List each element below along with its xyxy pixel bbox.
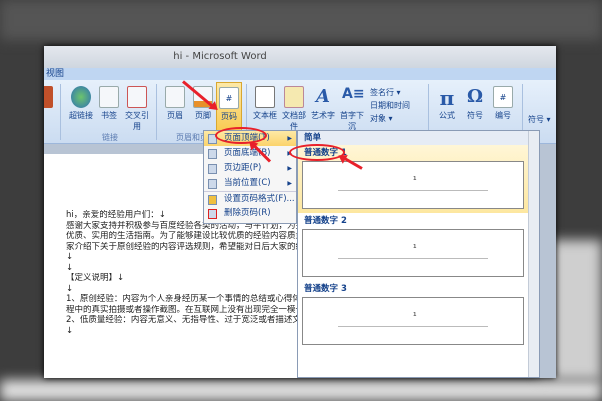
pi-icon: π	[439, 86, 455, 110]
document-line: ↓	[66, 325, 74, 336]
gallery-category-simple: 简单	[298, 131, 539, 145]
date-time-button[interactable]: 日期和时间	[370, 99, 410, 112]
numbering-button[interactable]: # 编号	[490, 86, 516, 121]
header-icon	[165, 86, 185, 108]
document-line: 优质、实用的生活指南。为了能够建设比较优质的经验内容质量	[66, 231, 304, 241]
equation-button[interactable]: π 公式	[434, 86, 460, 121]
menu-item-remove-page-numbers[interactable]: 删除页码(R)	[204, 206, 296, 221]
wordart-icon: A	[316, 86, 330, 107]
title-bar: hi - Microsoft Word	[44, 46, 556, 68]
page-bottom-icon	[208, 149, 217, 159]
current-position-icon	[208, 179, 217, 189]
gallery-thumbnail: 1	[302, 229, 524, 277]
tab-view[interactable]: 视图	[46, 69, 64, 79]
hyperlink-button[interactable]: 超链接	[68, 86, 94, 121]
format-icon	[208, 195, 217, 205]
symbol-button[interactable]: Ω 符号	[462, 86, 488, 121]
bookmark-button[interactable]: 书签	[96, 86, 122, 121]
number-icon: #	[493, 86, 513, 108]
cross-reference-icon	[127, 86, 147, 108]
wordart-button[interactable]: A 艺术字	[310, 86, 336, 121]
header-button[interactable]: 页眉	[162, 86, 188, 121]
gallery-thumbnail: 1	[302, 161, 524, 209]
document-line: 程中的真实拍摄或者操作截图。在互联网上没有出现完全一模一	[66, 304, 304, 315]
gallery-item-plain-number-3[interactable]: 普通数字 3 1	[298, 281, 528, 349]
page-number-icon: #	[219, 87, 239, 109]
gallery-thumbnail: 1	[302, 297, 524, 345]
menu-item-page-margins[interactable]: 页边距(P) ▶	[204, 161, 296, 176]
cross-reference-button[interactable]: 交叉引用	[124, 86, 150, 132]
quick-parts-button[interactable]: 文档部件	[281, 86, 307, 132]
document-line: 家介绍下关于原创经验的内容评选规则，希望能对日后大家的经	[66, 241, 304, 252]
gallery-scrollbar[interactable]	[528, 131, 539, 377]
page-margin-icon	[208, 164, 217, 174]
signature-line-button[interactable]: 签名行 ▾	[370, 86, 410, 99]
gallery-item-plain-number-2[interactable]: 普通数字 2 1	[298, 213, 528, 281]
bookmark-icon	[99, 86, 119, 108]
remove-icon	[208, 209, 217, 219]
omega-icon: Ω	[466, 86, 484, 107]
object-button[interactable]: 对象 ▾	[370, 112, 410, 125]
menu-item-current-position[interactable]: 当前位置(C) ▶	[204, 176, 296, 191]
menu-item-format-page-numbers[interactable]: 设置页码格式(F)...	[204, 191, 296, 206]
drop-cap-icon: A≡	[342, 86, 365, 102]
group-label-links: 链接	[102, 133, 118, 142]
textbox-icon	[255, 86, 275, 108]
document-line: 1、原创经验：内容为个人亲身经历某一个事情的总结或心得体会	[66, 294, 304, 304]
textbox-button[interactable]: 文本框	[252, 86, 278, 121]
drop-cap-button[interactable]: A≡ 首字下沉	[339, 86, 365, 132]
document-line: ↓	[66, 262, 74, 273]
annotation-circle	[215, 127, 267, 144]
page-number-gallery: 简单 普通数字 1 1 普通数字 2 1 普通数字 3 1	[297, 130, 540, 378]
document-line: ↓	[66, 252, 74, 262]
globe-icon	[71, 86, 91, 108]
document-line: ↓	[66, 283, 74, 294]
document-line: 2、低质量经验：内容无意义、无指导性、过于宽泛或者描述文	[66, 315, 301, 325]
document-line: 【定义说明】↓	[66, 273, 125, 283]
quick-parts-icon	[284, 86, 304, 108]
prev-button[interactable]	[44, 86, 56, 110]
special-symbol-button[interactable]: 符号 ▾	[528, 114, 551, 125]
